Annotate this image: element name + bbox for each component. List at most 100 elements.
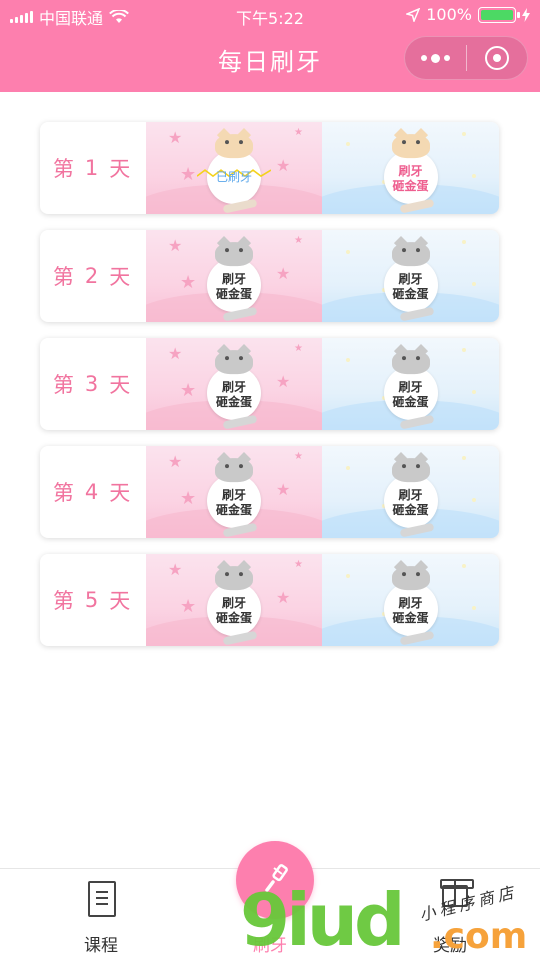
sparkle-decoration-icon — [462, 348, 466, 352]
day-label-suffix: 天 — [109, 589, 134, 613]
sparkle-decoration-icon — [472, 282, 476, 286]
tab-course[interactable]: 课程 — [11, 869, 191, 960]
badge-line-1: 刷牙 — [398, 164, 423, 179]
cat-head-icon — [215, 566, 253, 591]
badge-text: 刷牙 砸金蛋 — [203, 380, 265, 410]
evening-brush-slot[interactable]: 刷牙 砸金蛋 — [322, 446, 499, 538]
cat-badge-locked: 刷牙 砸金蛋 — [203, 566, 265, 646]
close-miniprogram-button[interactable] — [467, 37, 528, 79]
sparkle-decoration-icon — [346, 142, 350, 146]
brushed-status-text: 已刷牙 — [215, 170, 252, 185]
badge-text: 刷牙 砸金蛋 — [203, 596, 265, 626]
badge-line-1: 刷牙 — [221, 272, 246, 287]
evening-brush-slot[interactable]: 刷牙 砸金蛋 — [322, 122, 499, 214]
sparkle-decoration-icon — [462, 564, 466, 568]
cat-head-icon — [391, 350, 430, 375]
cat-badge-locked: 刷牙 砸金蛋 — [380, 242, 442, 322]
sparkle-decoration-icon — [462, 132, 466, 136]
sparkle-decoration-icon — [462, 240, 466, 244]
day-label-suffix: 天 — [109, 265, 134, 289]
star-decoration-icon: ★ — [180, 488, 197, 509]
status-bar: 中国联通 下午5:22 100% — [0, 0, 540, 30]
morning-brush-slot[interactable]: ★ ★ ★ ★ 刷牙 砸金蛋 — [146, 446, 322, 538]
sparkle-decoration-icon — [462, 456, 466, 460]
star-decoration-icon: ★ — [294, 235, 303, 246]
watermark-domain: .com — [430, 916, 528, 957]
morning-brush-slot[interactable]: ★ ★ ★ ★ 已刷牙 — [146, 122, 322, 214]
cat-badge-locked: 刷牙 砸金蛋 — [203, 350, 265, 430]
book-icon — [88, 881, 116, 917]
day-label-prefix: 第 — [52, 481, 77, 505]
cat-head-icon — [391, 458, 430, 483]
badge-text: 刷牙 砸金蛋 — [203, 488, 265, 518]
day-label-prefix: 第 — [52, 373, 77, 397]
sparkle-decoration-icon — [472, 174, 476, 178]
day-label-num: 1 — [84, 156, 102, 180]
star-decoration-icon: ★ — [168, 128, 183, 147]
badge-line-2: 砸金蛋 — [392, 395, 429, 410]
cat-head-icon — [215, 134, 253, 159]
cat-badge-locked: 刷牙 砸金蛋 — [380, 566, 442, 646]
morning-brush-slot[interactable]: ★ ★ ★ ★ 刷牙 砸金蛋 — [146, 338, 322, 430]
morning-brush-slot[interactable]: ★ ★ ★ ★ 刷牙 砸金蛋 — [146, 554, 322, 646]
more-dots-icon — [420, 53, 450, 63]
star-decoration-icon: ★ — [180, 164, 197, 185]
sparkle-decoration-icon — [346, 358, 350, 362]
cat-head-icon — [215, 458, 253, 483]
sparkle-decoration-icon — [346, 250, 350, 254]
badge-text: 刷牙 砸金蛋 — [203, 272, 265, 302]
cat-head-icon — [391, 566, 430, 591]
cat-badge-locked: 刷牙 砸金蛋 — [380, 350, 442, 430]
day-list: 第 1 天 ★ ★ ★ ★ 已刷牙 刷牙 砸金蛋第 2 天 ★ ★ ★ ★ 刷牙 砸金蛋 刷牙 砸金蛋第 3 天 ★ ★ ★ ★ 刷… — [40, 122, 499, 662]
day-label: 第2天 — [40, 230, 146, 322]
star-decoration-icon: ★ — [168, 236, 183, 255]
badge-line-1: 刷牙 — [398, 272, 423, 287]
badge-text: 刷牙 砸金蛋 — [380, 488, 442, 518]
top-bar: 中国联通 下午5:22 100% 每日刷牙 — [0, 0, 540, 92]
badge-line-2: 砸金蛋 — [215, 395, 252, 410]
star-decoration-icon: ★ — [168, 344, 183, 363]
badge-line-2: 砸金蛋 — [392, 611, 429, 626]
cat-head-icon — [391, 242, 430, 267]
cat-head-icon — [215, 242, 253, 267]
badge-text: 刷牙 砸金蛋 — [380, 272, 442, 302]
sparkle-decoration-icon — [472, 498, 476, 502]
watermark: 9iud 小程序商店 .com — [240, 880, 540, 960]
evening-brush-slot[interactable]: 刷牙 砸金蛋 — [322, 338, 499, 430]
cat-head-icon — [215, 350, 253, 375]
star-decoration-icon: ★ — [180, 596, 197, 617]
day-row: 第 5 天 ★ ★ ★ ★ 刷牙 砸金蛋 刷牙 砸金蛋 — [40, 554, 499, 646]
day-label-num: 5 — [84, 588, 102, 612]
miniprogram-capsule — [404, 36, 528, 80]
battery-icon — [478, 6, 520, 23]
badge-line-2: 砸金蛋 — [215, 287, 252, 302]
morning-brush-slot[interactable]: ★ ★ ★ ★ 刷牙 砸金蛋 — [146, 230, 322, 322]
badge-line-1: 刷牙 — [398, 596, 423, 611]
day-row: 第 3 天 ★ ★ ★ ★ 刷牙 砸金蛋 刷牙 砸金蛋 — [40, 338, 499, 430]
cat-badge-gold: 刷牙 砸金蛋 — [380, 134, 442, 214]
day-row: 第 1 天 ★ ★ ★ ★ 已刷牙 刷牙 砸金蛋 — [40, 122, 499, 214]
badge-line-1: 刷牙 — [221, 488, 246, 503]
evening-brush-slot[interactable]: 刷牙 砸金蛋 — [322, 554, 499, 646]
badge-line-1: 刷牙 — [398, 488, 423, 503]
badge-line-1: 刷牙 — [398, 380, 423, 395]
evening-brush-slot[interactable]: 刷牙 砸金蛋 — [322, 230, 499, 322]
badge-text: 刷牙 砸金蛋 — [380, 596, 442, 626]
tab-course-label: 课程 — [84, 936, 118, 956]
badge-text: 刷牙 砸金蛋 — [380, 380, 442, 410]
badge-line-2: 砸金蛋 — [392, 179, 429, 194]
watermark-logo: 9iud — [240, 878, 406, 960]
star-decoration-icon: ★ — [294, 451, 303, 462]
cat-badge-locked: 刷牙 砸金蛋 — [380, 458, 442, 538]
badge-line-2: 砸金蛋 — [215, 503, 252, 518]
badge-line-2: 砸金蛋 — [392, 503, 429, 518]
day-row: 第 2 天 ★ ★ ★ ★ 刷牙 砸金蛋 刷牙 砸金蛋 — [40, 230, 499, 322]
sparkle-decoration-icon — [346, 466, 350, 470]
day-label-num: 2 — [84, 264, 102, 288]
more-button[interactable] — [405, 37, 466, 79]
cat-badge-done: 已刷牙 — [197, 134, 271, 214]
day-label-prefix: 第 — [52, 157, 77, 181]
badge-line-1: 刷牙 — [221, 380, 246, 395]
day-label-prefix: 第 — [52, 589, 77, 613]
sparkle-decoration-icon — [346, 574, 350, 578]
